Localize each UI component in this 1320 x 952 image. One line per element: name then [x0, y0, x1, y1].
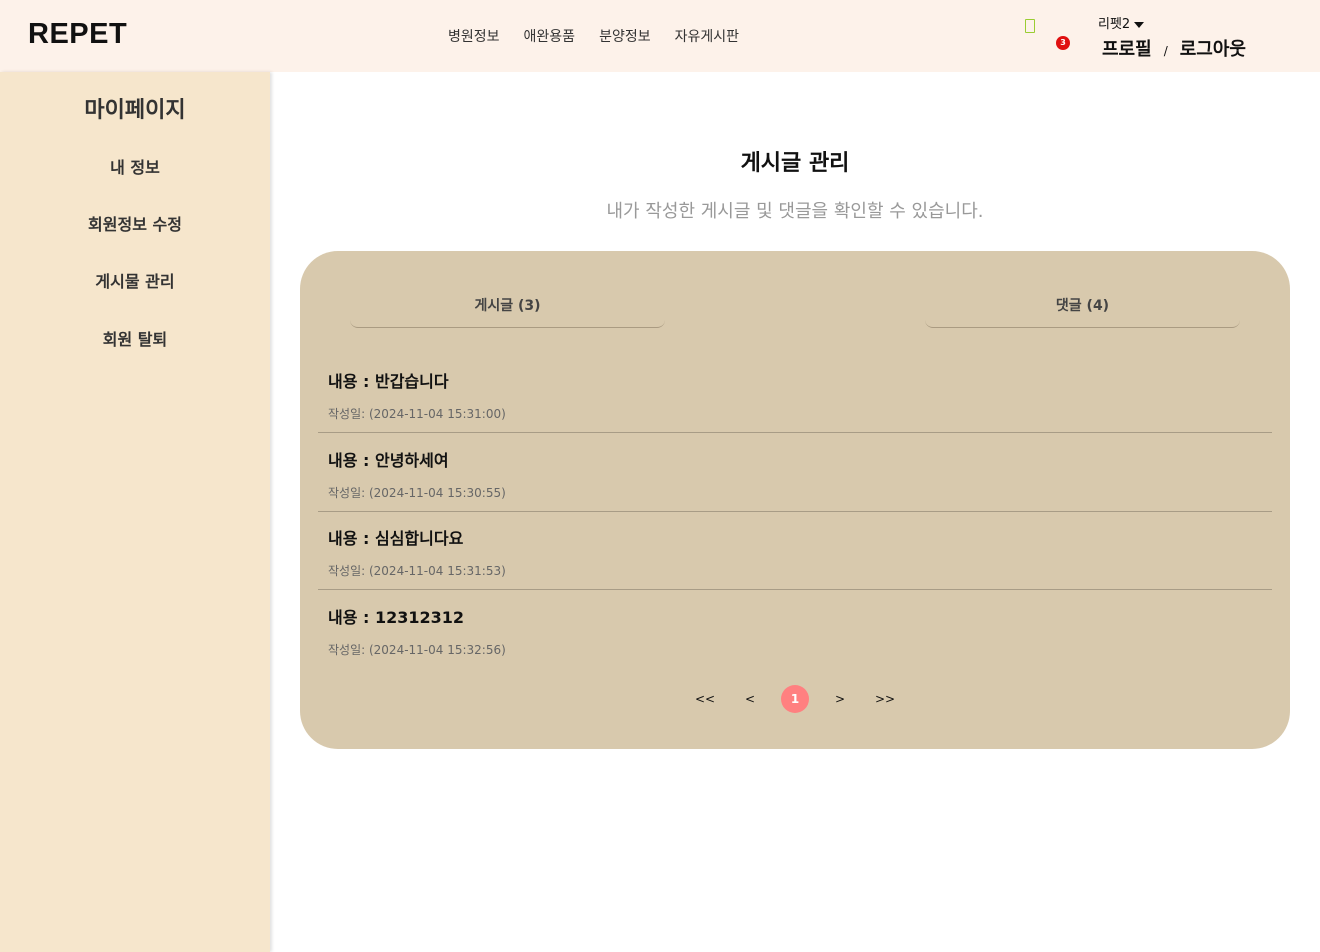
notification-bell-icon[interactable] [1025, 19, 1035, 33]
post-content: 내용 : 12312312 [328, 608, 465, 627]
page-button-current[interactable]: 1 [781, 685, 809, 713]
notification-count-badge: 3 [1056, 36, 1070, 50]
username-label: 리펫2 [1098, 17, 1131, 32]
sidebar-title: 마이페이지 [84, 98, 186, 123]
nav-adoption-info[interactable]: 분양정보 [599, 26, 651, 46]
nav-free-board[interactable]: 자유게시판 [675, 26, 739, 46]
sidebar-item-edit-profile[interactable]: 회원정보 수정 [0, 211, 270, 235]
post-date: 작성일: (2024-11-04 15:30:55) [328, 486, 506, 500]
list-item[interactable]: 내용 : 안녕하세여 작성일: (2024-11-04 15:30:55) [318, 433, 1272, 512]
sidebar-item-my-info[interactable]: 내 정보 [0, 154, 270, 178]
header-account-links: 프로필 / 로그아웃 [1102, 35, 1246, 61]
nav-hospital-info[interactable]: 병원정보 [448, 26, 500, 46]
prev-page-button[interactable]: < [736, 685, 764, 713]
top-header: REPET 병원정보 애완용품 분양정보 자유게시판 3 리펫2 프로필 / 로… [0, 0, 1320, 72]
profile-link[interactable]: 프로필 [1102, 35, 1152, 61]
sidebar-item-manage-posts[interactable]: 게시물 관리 [0, 268, 270, 292]
tab-posts[interactable]: 게시글 (3) [350, 295, 665, 328]
list-item[interactable]: 내용 : 심심합니다요 작성일: (2024-11-04 15:31:53) [318, 511, 1272, 590]
next-page-button[interactable]: > [826, 685, 854, 713]
site-logo[interactable]: REPET [28, 18, 127, 51]
tab-comments[interactable]: 댓글 (4) [925, 295, 1240, 328]
post-date: 작성일: (2024-11-04 15:32:56) [328, 643, 506, 657]
post-date: 작성일: (2024-11-04 15:31:00) [328, 407, 506, 421]
sidebar-item-withdraw[interactable]: 회원 탈퇴 [0, 326, 270, 350]
sidebar: 마이페이지 내 정보 회원정보 수정 게시물 관리 회원 탈퇴 [0, 72, 270, 952]
post-content: 내용 : 심심합니다요 [328, 529, 464, 548]
pagination: << < 1 > >> [300, 685, 1290, 713]
page-subtitle: 내가 작성한 게시글 및 댓글을 확인할 수 있습니다. [606, 201, 984, 222]
logout-link[interactable]: 로그아웃 [1180, 35, 1246, 61]
page-title: 게시글 관리 [740, 151, 850, 176]
post-content: 내용 : 안녕하세여 [328, 451, 449, 470]
caret-down-icon [1134, 21, 1145, 28]
nav-pet-supplies[interactable]: 애완용품 [524, 26, 576, 46]
main-nav: 병원정보 애완용품 분양정보 자유게시판 [448, 26, 739, 46]
post-content: 내용 : 반갑습니다 [328, 372, 449, 391]
post-date: 작성일: (2024-11-04 15:31:53) [328, 564, 506, 578]
first-page-button[interactable]: << [691, 685, 719, 713]
user-dropdown[interactable]: 리펫2 [1098, 13, 1145, 32]
posts-panel: 게시글 (3) 댓글 (4) 내용 : 반갑습니다 작성일: (2024-11-… [300, 251, 1290, 749]
list-item[interactable]: 내용 : 12312312 작성일: (2024-11-04 15:32:56) [318, 590, 1272, 669]
link-separator: / [1163, 44, 1168, 58]
list-item[interactable]: 내용 : 반갑습니다 작성일: (2024-11-04 15:31:00) [318, 354, 1272, 433]
last-page-button[interactable]: >> [871, 685, 899, 713]
